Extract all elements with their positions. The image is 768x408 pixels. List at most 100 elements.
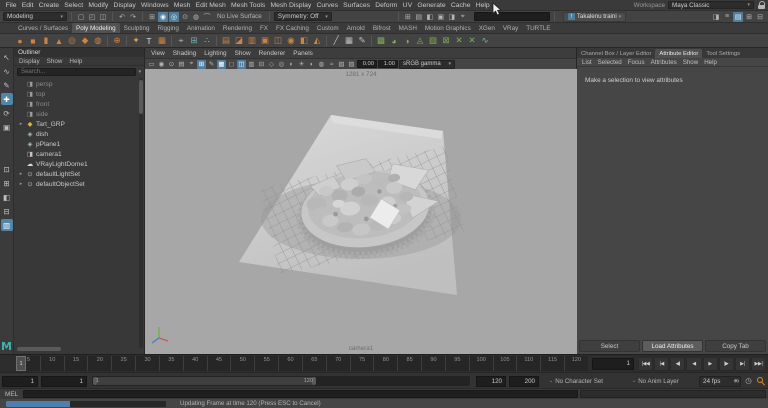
menu-display[interactable]: Display [111,2,138,9]
time-tick-105[interactable]: 105 [492,356,517,371]
undo-icon[interactable]: ↶ [117,12,127,22]
shelf-tab-custom[interactable]: Custom [313,23,343,33]
menu-generate[interactable]: Generate [415,2,449,9]
outliner-menu-display[interactable]: Display [19,58,40,65]
scale-tool-icon[interactable]: ▣ [1,121,13,133]
wedge-icon[interactable]: ◭ [311,35,323,47]
outliner-item-side[interactable]: ◨ side [14,109,144,119]
play-backwards-button[interactable]: ◀ [686,357,702,371]
menu-uv[interactable]: UV [400,2,415,9]
workspace-dropdown[interactable]: Maya Classic ▾ [668,1,754,9]
viewport-menu-view[interactable]: View [151,50,165,57]
time-tick-80[interactable]: 80 [373,356,397,371]
multisample-toggle-icon[interactable]: ▧ [337,60,346,69]
copy-tab-button[interactable]: Copy Tab [705,340,766,352]
lock-camera-icon[interactable]: ◉ [157,60,166,69]
isolate-select-icon[interactable]: ◐ [287,60,296,69]
go-to-start-button[interactable]: |◀◀ [638,357,654,371]
boolean-difference-icon[interactable]: ◕ [388,35,400,47]
shelf-tab-bifrost[interactable]: Bifrost [369,23,395,33]
texture-view-icon[interactable]: ◨ [447,12,457,22]
time-tick-40[interactable]: 40 [182,356,207,371]
film-gate-icon[interactable]: ◻ [227,60,236,69]
outliner-horizontal-scrollbar[interactable] [17,347,61,351]
quad-draw-icon[interactable]: ✎ [356,35,368,47]
new-scene-icon[interactable]: ▢ [76,12,86,22]
range-slider-track[interactable]: 1 120 [92,376,470,386]
snap-to-view-plane-icon[interactable]: ⌒ [202,12,212,22]
time-tick-60[interactable]: 60 [278,356,302,371]
bevel-icon[interactable]: ◪ [233,35,245,47]
range-slider-bar[interactable]: 1 120 [93,377,317,385]
menu-surfaces[interactable]: Surfaces [341,2,373,9]
viewport-menu-lighting[interactable]: Lighting [204,50,226,57]
reduce-icon[interactable]: ⊠ [440,35,452,47]
layout-outliner-persp-icon[interactable]: ▥ [0,219,13,231]
gate-mask-icon[interactable]: ▥ [247,60,256,69]
poly-cylinder-icon[interactable]: ▮ [40,35,52,47]
ipr-render-icon[interactable]: ◧ [425,12,435,22]
shelf-tab-fx-caching[interactable]: FX Caching [272,23,313,33]
select-button[interactable]: Select [579,340,640,352]
lock-icon[interactable] [757,0,765,10]
menu-mesh-tools[interactable]: Mesh Tools [228,2,267,9]
render-frame-icon[interactable]: ▤ [414,12,424,22]
viewport-menu-panels[interactable]: Panels [293,50,313,57]
time-tick-115[interactable]: 115 [540,356,564,371]
viewport-menu-renderer[interactable]: Renderer [259,50,286,57]
playback-loop-icon[interactable]: ∞ [731,375,742,386]
step-forward-key-button[interactable]: ▶| [734,357,750,371]
rotate-tool-icon[interactable]: ⟳ [1,107,13,119]
open-scene-icon[interactable]: ◰ [87,12,97,22]
auto-keyframe-icon[interactable] [755,375,766,386]
time-tick-85[interactable]: 85 [397,356,421,371]
menu-select[interactable]: Select [62,2,86,9]
menu-curves[interactable]: Curves [314,2,341,9]
shelf-tab-curves-surfaces[interactable]: Curves / Surfaces [14,23,72,33]
gamma-field[interactable]: 1.00 [378,60,398,68]
motion-blur-toggle-icon[interactable]: ≈ [327,60,336,69]
modeling-toolkit-toggle-icon[interactable]: ◨ [711,12,721,22]
expand-icon[interactable]: ▸ [18,121,24,127]
outliner-menu-help[interactable]: Help [69,58,82,65]
menu-deform[interactable]: Deform [373,2,400,9]
quadrangulate-icon[interactable]: ∿ [479,35,491,47]
shadows-toggle-icon[interactable]: ◗ [307,60,316,69]
command-input[interactable] [23,390,579,398]
occlusion-toggle-icon[interactable]: ◍ [317,60,326,69]
redo-icon[interactable]: ↷ [128,12,138,22]
snap-to-grid-icon[interactable]: ⊞ [147,12,157,22]
separate-icon[interactable]: ◫ [272,35,284,47]
hypershade-toggle-icon[interactable]: ≡ [722,12,732,22]
lasso-tool-icon[interactable]: ∿ [1,65,13,77]
scrollbar-handle[interactable] [139,80,143,114]
smooth-icon[interactable]: ◉ [285,35,297,47]
search-input[interactable] [473,12,550,21]
time-tick-10[interactable]: 10 [39,356,64,371]
animation-end-field[interactable]: 200 [509,375,539,387]
time-tick-55[interactable]: 55 [254,356,278,371]
shelf-tab-rigging[interactable]: Rigging [154,23,183,33]
outliner-item-defaultlightset[interactable]: ▸ ⊙ defaultLightSet [14,169,144,179]
insert-edge-loop-icon[interactable]: ▦ [343,35,355,47]
tool-settings-toggle-icon[interactable]: ⊞ [744,12,754,22]
attribute-editor-menu-focus[interactable]: Focus [628,59,645,66]
snap-to-projected-center-icon[interactable]: ⊙ [180,12,190,22]
menu-cache[interactable]: Cache [448,2,473,9]
anim-layer-dropdown[interactable]: ⌄ No Anim Layer [632,376,679,387]
multi-cut-icon[interactable]: ╱ [330,35,342,47]
time-tick-20[interactable]: 20 [87,356,111,371]
menu-modify[interactable]: Modify [86,2,111,9]
view-transform-dropdown[interactable]: sRGB gamma ▾ [399,59,455,69]
super-shape-icon[interactable]: ✦ [130,35,142,47]
grid-toggle-icon[interactable]: ▦ [217,59,226,69]
viewport-menu-shading[interactable]: Shading [173,50,196,57]
two-d-pan-zoom-icon[interactable]: ⊞ [197,59,206,69]
shelf-tab-rendering[interactable]: Rendering [219,23,256,33]
extrude-icon[interactable]: ▤ [220,35,232,47]
symmetry-dropdown[interactable]: Symmetry: Off ▾ [273,12,332,21]
current-frame-marker[interactable]: 1 [16,356,26,371]
tab-channel-box-layer-editor[interactable]: Channel Box / Layer Editor [577,49,655,58]
step-back-frame-button[interactable]: ◀| [670,357,686,371]
no-live-surface-label[interactable]: No Live Surface [217,13,262,20]
